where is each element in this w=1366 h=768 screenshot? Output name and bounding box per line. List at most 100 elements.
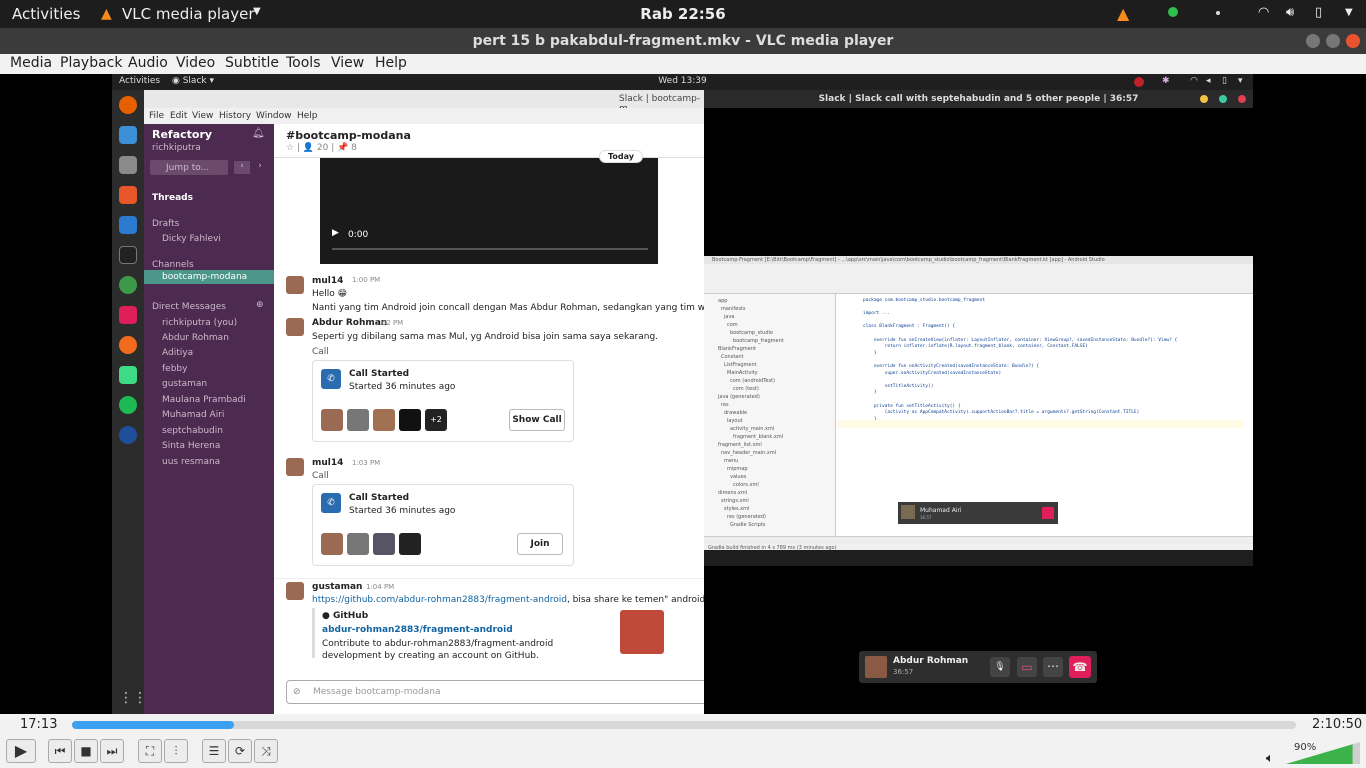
menu-playback[interactable]: Playback: [60, 55, 122, 71]
current-user: richkiputra: [152, 143, 201, 153]
software-center-icon: [119, 186, 137, 204]
unfurl-bar: [312, 608, 315, 658]
studio-title: Bootcamp-Fragment [E:\Bitt\Bootcamp\Frag…: [712, 257, 1105, 263]
message-text: Seperti yg dibilang sama mas Mul, yg And…: [312, 332, 659, 342]
tray-status-icon[interactable]: [1168, 7, 1178, 17]
menu-media[interactable]: Media: [10, 55, 52, 71]
tray-dot-icon[interactable]: [1216, 11, 1220, 15]
mic-icon: 🎙︎: [990, 657, 1010, 677]
tree-item: res: [721, 402, 729, 408]
code-line: private fun setTitleActivity() {: [863, 403, 961, 409]
speaker-icon[interactable]: 🔈︎: [1266, 751, 1274, 766]
wifi-icon[interactable]: ◠: [1258, 5, 1269, 20]
menu-audio[interactable]: Audio: [128, 55, 168, 71]
vscode-icon: [119, 216, 137, 234]
inner-menu-icon: ▾: [1238, 76, 1243, 86]
participant-avatar: [321, 409, 343, 431]
playlist-button[interactable]: ☰: [202, 739, 226, 763]
jump-to-box: Jump to...: [150, 160, 228, 175]
slack-menu-history: History: [219, 111, 252, 121]
unfurl-thumbnail: [620, 610, 664, 654]
fullscreen-button[interactable]: ⛶: [138, 739, 162, 763]
menu-subtitle[interactable]: Subtitle: [225, 55, 279, 71]
code-line: import ...: [863, 311, 891, 317]
message-input-placeholder: Message bootcamp-modana: [313, 687, 441, 697]
inner-wifi-icon: ◠: [1190, 76, 1198, 86]
menu-help[interactable]: Help: [375, 55, 407, 71]
extended-settings-button[interactable]: ⫶: [164, 739, 188, 763]
volume-fill: [1286, 744, 1353, 764]
shared-screen-android-studio: Bootcamp-Fragment [E:\Bitt\Bootcamp\Frag…: [704, 256, 1253, 566]
studio-titlebar: Bootcamp-Fragment [E:\Bitt\Bootcamp\Frag…: [704, 256, 1253, 264]
channel-item-label: bootcamp-modana: [162, 272, 248, 282]
divider: [274, 578, 704, 579]
total-time[interactable]: 2:10:50: [1312, 717, 1362, 732]
tree-item: java: [724, 314, 735, 320]
system-menu-icon[interactable]: ▼: [1345, 7, 1353, 18]
call-window-titlebar: Slack | Slack call with septehabudin and…: [704, 90, 1253, 108]
participant-avatar: [373, 533, 395, 555]
dm-item: richkiputra (you): [162, 318, 238, 328]
code-line: }: [863, 390, 877, 396]
inner-battery-icon: ▯: [1222, 76, 1227, 86]
tree-item: mipmap: [727, 466, 748, 472]
volume-slider[interactable]: [1286, 742, 1360, 764]
terminal-icon: [119, 246, 137, 264]
battery-icon[interactable]: ▯: [1315, 5, 1322, 20]
join-call-button: Join: [517, 533, 563, 555]
call-window-title: Slack | Slack call with septehabudin and…: [818, 94, 1139, 104]
call-card: ✆ Call Started Started 36 minutes ago Jo…: [312, 484, 574, 566]
unfurl-title: abdur-rohman2883/fragment-android: [322, 625, 513, 635]
show-apps-icon: ⋮⋮: [119, 690, 147, 706]
date-divider: Today: [599, 150, 643, 163]
play-button[interactable]: ▶: [6, 739, 36, 763]
seek-bar[interactable]: [72, 721, 1296, 729]
stop-button[interactable]: ■: [74, 739, 98, 763]
avatar: [286, 458, 304, 476]
message-suffix: , bisa share ke temen" android ya: [566, 595, 704, 605]
loop-button[interactable]: ⟳: [228, 739, 252, 763]
elapsed-time[interactable]: 17:13: [20, 717, 57, 732]
call-card-title: Call Started: [349, 369, 410, 379]
shuffle-button[interactable]: ⤨: [254, 739, 278, 763]
participant-avatar: [347, 409, 369, 431]
video-time: 0:00: [348, 230, 369, 240]
direct-messages-header: Direct Messages: [152, 302, 226, 312]
tree-item: res (generated): [727, 514, 766, 520]
threads-item: Threads: [152, 193, 193, 203]
maximize-icon[interactable]: [1326, 34, 1340, 48]
participant-avatar: [373, 409, 395, 431]
code-line: setTitleActivity(): [863, 383, 934, 389]
window-title: pert 15 b pakabdul-fragment.mkv - VLC me…: [472, 33, 894, 49]
dm-item: Aditiya: [162, 348, 194, 358]
avatar: [286, 582, 304, 600]
menu-tools[interactable]: Tools: [286, 55, 321, 71]
firefox-icon: [119, 96, 137, 114]
channels-header: Channels: [152, 260, 194, 270]
tree-item: fragment_list.xml: [718, 442, 762, 448]
code-line: package com.bootcamp_studio.bootcamp_fra…: [863, 298, 985, 303]
close-icon[interactable]: [1346, 34, 1360, 48]
android-studio-icon: [119, 366, 137, 384]
menu-video[interactable]: Video: [176, 55, 215, 71]
slack-tray-icon: ✱: [1162, 76, 1170, 86]
slack-menubar: File Edit View History Window Help: [144, 108, 704, 124]
dm-item: Abdur Rohman: [162, 333, 229, 343]
slack-icon: [119, 306, 137, 324]
popup-avatar: [865, 656, 887, 678]
menu-view[interactable]: View: [331, 55, 364, 71]
tree-item: colors.xml: [733, 482, 759, 488]
previous-button[interactable]: ⏮: [48, 739, 72, 763]
video-attachment: ▶ 0:00: [320, 158, 658, 264]
pin-count: 8: [351, 143, 357, 153]
minimize-icon[interactable]: [1306, 34, 1320, 48]
volume-icon[interactable]: 🔊︎: [1286, 5, 1294, 20]
inner-dock: ⋮⋮: [112, 90, 147, 714]
message-author: mul14: [312, 458, 344, 468]
clock[interactable]: Rab 22:56: [0, 5, 1366, 23]
show-call-button: Show Call: [509, 409, 565, 431]
next-button[interactable]: ⏭: [100, 739, 124, 763]
vlc-tray-icon[interactable]: ▲: [1117, 4, 1129, 23]
github-link: https://github.com/abdur-rohman2883/frag…: [312, 595, 567, 605]
message-author: mul14: [312, 276, 344, 286]
